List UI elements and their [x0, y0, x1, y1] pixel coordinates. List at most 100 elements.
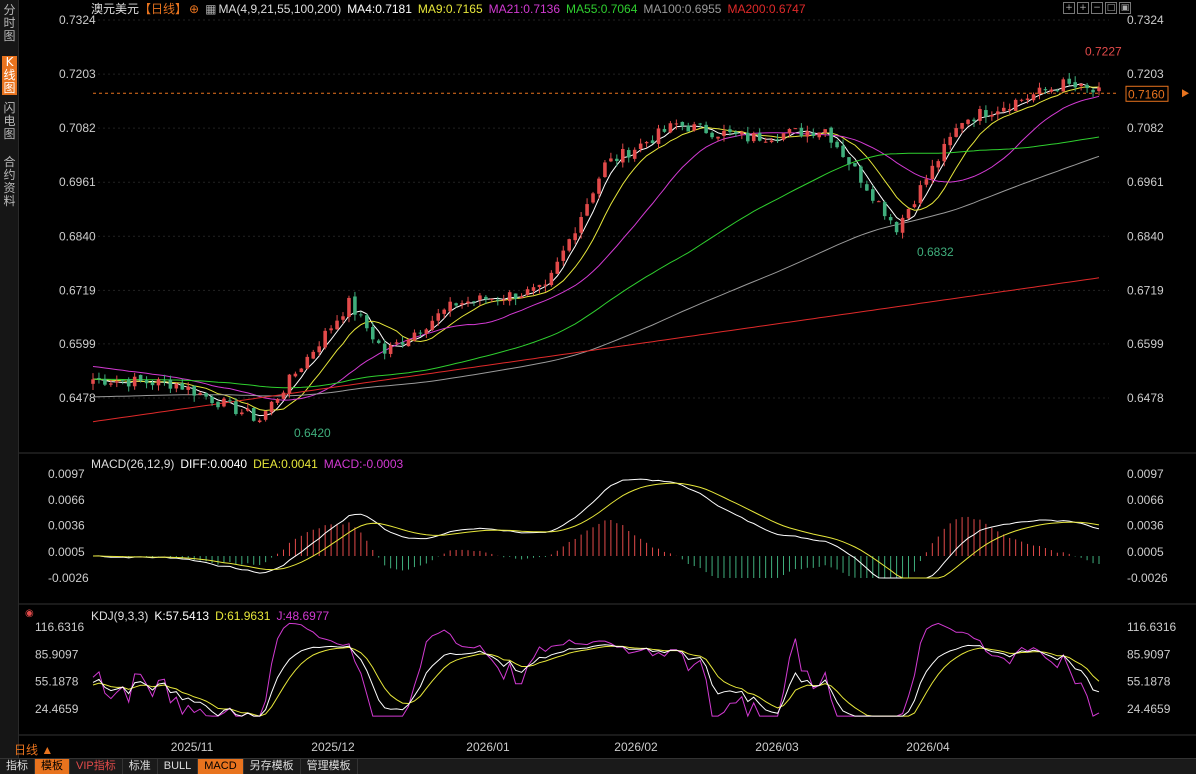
price-axis-right-label: 0.6961: [1127, 175, 1164, 189]
candle-body: [525, 289, 530, 296]
indicator-settings-icon[interactable]: ◉: [25, 608, 34, 619]
candle-body: [531, 287, 536, 291]
candle-body: [894, 221, 899, 233]
zoom-in-icon[interactable]: +: [1077, 2, 1089, 14]
tab-time-share[interactable]: 分时图: [2, 4, 17, 43]
candle-body: [484, 296, 488, 300]
price-axis-left-label: 0.7082: [59, 121, 96, 135]
tab-flash[interactable]: 闪电图: [2, 102, 17, 141]
candle-body: [769, 140, 774, 143]
symbol-name: 澳元美元: [91, 2, 140, 16]
candle-body: [722, 130, 726, 136]
candle-body: [751, 133, 756, 142]
macd-axis-left-label: 0.0097: [48, 467, 85, 481]
kdj-k: K:57.5413: [154, 609, 210, 623]
candle-body: [734, 131, 738, 134]
candle-body: [876, 201, 881, 203]
candle-body: [924, 179, 929, 185]
candle-body: [549, 272, 554, 286]
kdj-label: KDJ(9,3,3): [91, 609, 149, 623]
bottom-tab-vip[interactable]: VIP指标: [70, 759, 123, 774]
candle-body: [394, 342, 399, 344]
candle-body: [513, 293, 518, 299]
candle-body: [186, 386, 191, 390]
chart-area[interactable]: 0.7324 0.7324 0.7203 0.7203 0.7082 0.7082 0.69…: [19, 0, 1196, 758]
date-label: 2025/11: [171, 740, 214, 754]
kdj-axis-right-label: 116.6316: [1127, 620, 1176, 634]
bottom-tab-standard[interactable]: 标准: [123, 759, 158, 774]
candle-body: [1001, 107, 1006, 112]
macd-axis-left-label: 0.0005: [48, 545, 85, 559]
price-axis-right-label: 0.6478: [1127, 391, 1164, 405]
tab-kline[interactable]: K线图: [2, 56, 17, 95]
price-axis-left-label: 0.6961: [59, 175, 96, 189]
candle-body: [615, 158, 619, 161]
candle-body: [543, 284, 548, 286]
bottom-tab-indicators[interactable]: 指标: [0, 759, 35, 774]
chart-svg[interactable]: 0.7324 0.73240.7203 0.72030.7082 0.70820.69…: [19, 0, 1196, 758]
price-axis-right-label: 0.7203: [1127, 67, 1164, 81]
kdj-d-line: [92, 645, 1100, 717]
candle-body: [251, 408, 256, 421]
candle-body: [293, 373, 298, 377]
bottom-tab-save-template[interactable]: 另存模板: [244, 759, 301, 774]
candle-body: [388, 345, 393, 354]
candle-body: [97, 377, 101, 379]
candle-body: [871, 189, 875, 201]
zoom-out-icon[interactable]: −: [1091, 2, 1103, 14]
layout-icon[interactable]: □: [1105, 2, 1117, 14]
bottom-tab-macd[interactable]: MACD: [198, 759, 244, 774]
candle-body: [912, 204, 917, 208]
candle-body: [490, 298, 494, 300]
kdj-j-line: [92, 622, 1100, 718]
candle-body: [507, 292, 512, 302]
candle-body: [204, 393, 208, 397]
candle-body: [281, 392, 286, 399]
candle-body: [1067, 78, 1072, 84]
macd-diff-line: [92, 478, 1100, 579]
indicator-icon[interactable]: ▦: [205, 2, 216, 16]
candle-body: [418, 332, 423, 334]
high-annotation: 0.7227: [1085, 44, 1122, 58]
candle-body: [644, 142, 649, 144]
candle-body: [442, 309, 446, 314]
bottom-tab-bull[interactable]: BULL: [158, 759, 199, 774]
period-selector[interactable]: 日线 ▲: [14, 741, 53, 758]
ma9-value: MA9:0.7165: [417, 2, 483, 16]
candle-body: [888, 217, 893, 221]
candle-body: [329, 328, 333, 331]
candle-body: [1025, 98, 1030, 100]
date-label: 2025/12: [311, 740, 355, 754]
candle-body: [632, 149, 637, 159]
bottom-tab-templates[interactable]: 模板: [35, 759, 70, 774]
candle-body: [180, 383, 185, 390]
macd-dea: DEA:0.0041: [253, 457, 318, 471]
candle-body: [519, 296, 524, 299]
candle-body: [668, 123, 673, 133]
candle-body: [353, 296, 357, 315]
candle-body: [710, 132, 714, 138]
kdj-axis-left-label: 116.6316: [35, 620, 84, 634]
candle-body: [138, 374, 143, 381]
candle-body: [805, 131, 810, 137]
candle-body: [996, 111, 1000, 115]
candle-body: [430, 320, 435, 330]
add-icon[interactable]: ⊕: [189, 2, 199, 16]
crosshair-icon[interactable]: +: [1063, 2, 1075, 14]
candle-body: [400, 342, 405, 345]
candle-body: [847, 157, 851, 165]
tab-contract-info[interactable]: 合约资料: [2, 156, 17, 208]
macd-value: MACD:-0.0003: [323, 457, 404, 471]
candle-body: [341, 316, 345, 320]
ma55-value: MA55:0.7064: [566, 2, 638, 16]
mid-low-annotation: 0.6832: [917, 245, 954, 259]
candle-body: [597, 178, 601, 194]
maximize-icon[interactable]: ▣: [1119, 2, 1131, 14]
candle-body: [454, 303, 458, 306]
candle-body: [972, 119, 976, 122]
candle-body: [347, 297, 351, 317]
bottom-tab-manage-template[interactable]: 管理模板: [301, 759, 358, 774]
macd-axis-left-label: 0.0066: [48, 493, 85, 507]
candle-body: [650, 140, 655, 144]
candle-body: [406, 339, 411, 347]
